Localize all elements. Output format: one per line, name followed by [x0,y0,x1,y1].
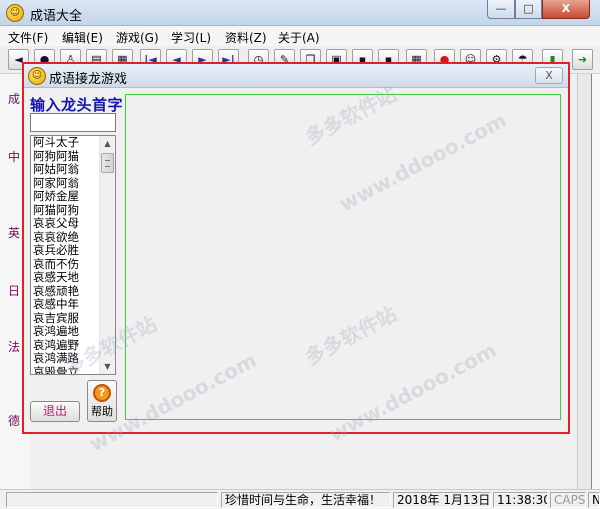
menu-edit[interactable]: 编辑(E) [62,29,103,46]
status-num: N [588,492,600,508]
left-label-ying[interactable]: 英 [8,224,20,241]
app-icon: ☺ [6,4,24,22]
status-time: 11:38:30 [493,492,548,508]
scroll-up-icon[interactable]: ▲ [100,136,115,151]
left-label-cheng[interactable]: 成 [8,90,20,107]
exit-button[interactable]: 退出 [30,401,80,422]
status-message: 珍惜时间与生命，生活幸福！ [221,492,391,508]
dialog-app-icon: ☺ [28,67,46,85]
menu-bar: 文件(F) 编辑(E) 游戏(G) 学习(L) 资料(Z) 关于(A) [0,26,600,46]
status-bar: 珍惜时间与生命，生活幸福！ 2018年 1月13日 11:38:30 CAPS … [0,489,600,509]
menu-file[interactable]: 文件(F) [8,29,48,46]
menu-about[interactable]: 关于(A) [278,29,320,46]
head-char-prompt: 输入龙头首字 [30,96,124,114]
forward-icon[interactable]: ➜ [572,49,593,70]
left-label-de[interactable]: 德 [8,412,20,429]
close-button[interactable]: X [542,0,590,19]
status-date: 2018年 1月13日 [393,492,491,508]
status-blank [6,492,218,508]
menu-game[interactable]: 游戏(G) [116,29,159,46]
left-label-zhong[interactable]: 中 [8,148,20,165]
scroll-thumb[interactable] [101,153,114,173]
menu-reference[interactable]: 资料(Z) [225,29,267,46]
right-edge-panel [591,74,600,489]
left-label-ri[interactable]: 日 [8,282,20,299]
maximize-button[interactable]: □ [515,0,542,19]
dialog-title: 成语接龙游戏 [49,72,128,87]
main-vertical-scrollbar[interactable] [577,74,591,489]
minimize-button[interactable]: — [487,0,515,19]
menu-learn[interactable]: 学习(L) [171,29,211,46]
help-button[interactable]: ? 帮助 [87,380,117,422]
dialog-close-button[interactable]: X [535,67,563,84]
dialog-title-bar: ☺ 成语接龙游戏 X [24,64,568,88]
chain-game-area[interactable] [125,94,561,420]
left-label-fa[interactable]: 法 [8,338,20,355]
help-label: 帮助 [91,405,113,418]
head-char-input[interactable] [30,113,116,132]
status-caps: CAPS [550,492,586,508]
window-title: 成语大全 [30,9,83,24]
title-bar: ☺ 成语大全 — □ X [0,0,600,26]
help-icon: ? [93,384,111,402]
